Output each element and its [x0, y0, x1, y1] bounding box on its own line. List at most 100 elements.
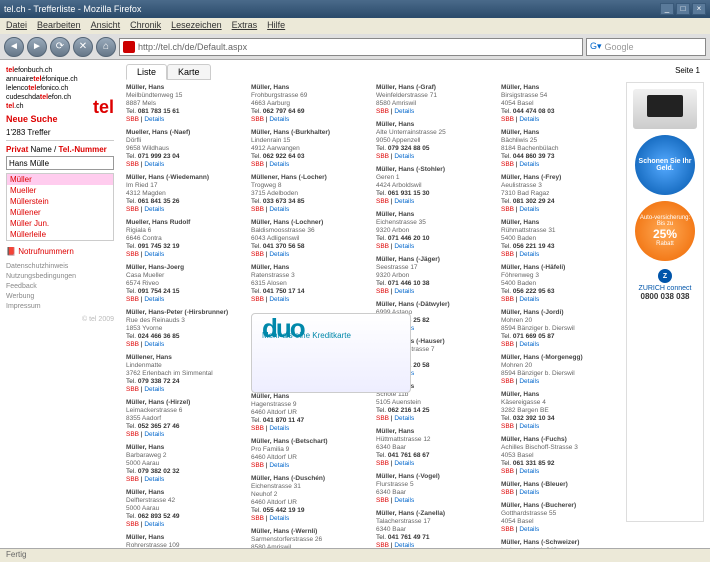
- entry-name[interactable]: Müller, Hans (-Burkhalter): [251, 129, 370, 137]
- menu-datei[interactable]: Datei: [6, 20, 27, 32]
- entry-name[interactable]: Müller, Hans: [251, 393, 370, 401]
- entry-name[interactable]: Müller, Hans: [126, 444, 245, 452]
- menu-extras[interactable]: Extras: [232, 20, 258, 32]
- details-link[interactable]: Details: [269, 251, 289, 258]
- close-button[interactable]: ×: [692, 3, 706, 15]
- sbb-link[interactable]: SBB: [501, 489, 514, 496]
- details-link[interactable]: Details: [394, 542, 414, 548]
- entry-name[interactable]: Müller, Hans: [501, 391, 620, 399]
- details-link[interactable]: Details: [519, 341, 539, 348]
- entry-name[interactable]: Müller, Hans (-Bleuer): [501, 481, 620, 489]
- entry-name[interactable]: Müller, Hans (-Hirzel): [126, 399, 245, 407]
- sbb-link[interactable]: SBB: [501, 341, 514, 348]
- details-link[interactable]: Details: [394, 108, 414, 115]
- details-link[interactable]: Details: [519, 378, 539, 385]
- details-link[interactable]: Details: [519, 468, 539, 475]
- entry-name[interactable]: Müller, Hans: [376, 211, 495, 219]
- entry-name[interactable]: Müllener, Hans: [126, 354, 245, 362]
- entry-name[interactable]: Müller, Hans (-Bucherer): [501, 502, 620, 510]
- duo-ad[interactable]: duoMehr als eine Kreditkarte: [251, 313, 411, 393]
- back-button[interactable]: ◄: [4, 37, 24, 57]
- sbb-link[interactable]: SBB: [376, 497, 389, 504]
- tab-liste[interactable]: Liste: [126, 64, 167, 80]
- menu-ansicht[interactable]: Ansicht: [91, 20, 121, 32]
- details-link[interactable]: Details: [519, 161, 539, 168]
- details-link[interactable]: Details: [519, 116, 539, 123]
- entry-name[interactable]: Müller, Hans: [501, 84, 620, 92]
- minimize-button[interactable]: _: [660, 3, 674, 15]
- details-link[interactable]: Details: [144, 521, 164, 528]
- sbb-link[interactable]: SBB: [126, 386, 139, 393]
- details-link[interactable]: Details: [519, 526, 539, 533]
- sbb-link[interactable]: SBB: [501, 116, 514, 123]
- details-link[interactable]: Details: [394, 243, 414, 250]
- entry-name[interactable]: Müller, Hans (-Frey): [501, 174, 620, 182]
- details-link[interactable]: Details: [394, 153, 414, 160]
- entry-name[interactable]: Müller, Hans-Peter (-Hirsbrunner): [126, 309, 245, 317]
- sbb-link[interactable]: SBB: [501, 161, 514, 168]
- details-link[interactable]: Details: [144, 116, 164, 123]
- details-link[interactable]: Details: [519, 206, 539, 213]
- sbb-link[interactable]: SBB: [126, 476, 139, 483]
- entry-name[interactable]: Müller, Hans (-Morgenegg): [501, 354, 620, 362]
- sbb-link[interactable]: SBB: [501, 378, 514, 385]
- details-link[interactable]: Details: [144, 296, 164, 303]
- entry-name[interactable]: Müller, Hans: [126, 534, 245, 542]
- sbb-link[interactable]: SBB: [251, 296, 264, 303]
- details-link[interactable]: Details: [394, 460, 414, 467]
- sbb-link[interactable]: SBB: [376, 460, 389, 467]
- entry-name[interactable]: Mueller, Hans (-Naef): [126, 129, 245, 137]
- entry-name[interactable]: Müller, Hans: [376, 428, 495, 436]
- entry-name[interactable]: Müller, Hans: [126, 489, 245, 497]
- maximize-button[interactable]: □: [676, 3, 690, 15]
- details-link[interactable]: Details: [269, 425, 289, 432]
- sbb-link[interactable]: SBB: [501, 296, 514, 303]
- details-link[interactable]: Details: [394, 288, 414, 295]
- sbb-link[interactable]: SBB: [501, 526, 514, 533]
- entry-name[interactable]: Müller, Hans (-Lochner): [251, 219, 370, 227]
- entry-name[interactable]: Müller, Hans: [501, 219, 620, 227]
- footer-link[interactable]: Datenschutzhinweis: [6, 262, 114, 272]
- details-link[interactable]: Details: [144, 161, 164, 168]
- stop-button[interactable]: ✕: [73, 37, 93, 57]
- details-link[interactable]: Details: [144, 251, 164, 258]
- entry-name[interactable]: Müller, Hans (-Jäger): [376, 256, 495, 264]
- sbb-link[interactable]: SBB: [376, 542, 389, 548]
- suggestion-item[interactable]: Müllerstein: [7, 196, 113, 207]
- sbb-link[interactable]: SBB: [376, 243, 389, 250]
- details-link[interactable]: Details: [269, 462, 289, 469]
- entry-name[interactable]: Müller, Hans: [251, 84, 370, 92]
- entry-name[interactable]: Müller, Hans (-Betschart): [251, 438, 370, 446]
- suggestion-item[interactable]: Müller Jun.: [7, 218, 113, 229]
- details-link[interactable]: Details: [144, 431, 164, 438]
- entry-name[interactable]: Müllener, Hans (-Locher): [251, 174, 370, 182]
- entry-name[interactable]: Müller, Hans (-Jordi): [501, 309, 620, 317]
- entry-name[interactable]: Müller, Hans: [251, 264, 370, 272]
- menu-bearbeiten[interactable]: Bearbeiten: [37, 20, 81, 32]
- menu-lesezeichen[interactable]: Lesezeichen: [171, 20, 222, 32]
- details-link[interactable]: Details: [519, 489, 539, 496]
- sbb-link[interactable]: SBB: [126, 251, 139, 258]
- entry-name[interactable]: Müller, Hans-Joerg: [126, 264, 245, 272]
- entry-name[interactable]: Müller, Hans (-Fuchs): [501, 436, 620, 444]
- entry-name[interactable]: Müller, Hans (-Zanella): [376, 510, 495, 518]
- details-link[interactable]: Details: [144, 341, 164, 348]
- footer-link[interactable]: Werbung: [6, 292, 114, 302]
- ad-sidebar[interactable]: Schonen Sie Ihr Geld. Auto-versicherung:…: [626, 82, 704, 522]
- entry-name[interactable]: Müller, Hans (-Wiedemann): [126, 174, 245, 182]
- home-button[interactable]: ⌂: [96, 37, 116, 57]
- sbb-link[interactable]: SBB: [251, 206, 264, 213]
- sbb-link[interactable]: SBB: [251, 462, 264, 469]
- sbb-link[interactable]: SBB: [251, 515, 264, 522]
- details-link[interactable]: Details: [269, 206, 289, 213]
- details-link[interactable]: Details: [144, 476, 164, 483]
- suggestion-item[interactable]: Müller: [7, 174, 113, 185]
- details-link[interactable]: Details: [519, 423, 539, 430]
- footer-link[interactable]: Impressum: [6, 302, 114, 312]
- sbb-link[interactable]: SBB: [501, 206, 514, 213]
- details-link[interactable]: Details: [394, 497, 414, 504]
- details-link[interactable]: Details: [519, 251, 539, 258]
- details-link[interactable]: Details: [144, 386, 164, 393]
- sbb-link[interactable]: SBB: [126, 521, 139, 528]
- suggestion-item[interactable]: Müllener: [7, 207, 113, 218]
